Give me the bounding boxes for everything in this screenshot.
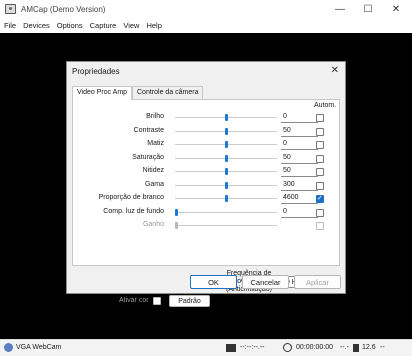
- property-label: Nitidez: [142, 167, 164, 174]
- property-label: Proporção de branco: [98, 194, 164, 201]
- slider-thumb[interactable]: [224, 114, 228, 121]
- property-slider[interactable]: [175, 168, 277, 175]
- slider-thumb[interactable]: [224, 195, 228, 202]
- tab-panel: Autom. Brilho 0 Contraste 50 Matiz 0 Saturação…: [72, 99, 340, 307]
- maximize-icon[interactable]: ☐: [354, 1, 382, 18]
- title-bar: AMCap (Demo Version) — ☐ ✕: [0, 0, 412, 20]
- property-slider[interactable]: [175, 141, 277, 148]
- menu-view[interactable]: View: [119, 20, 142, 33]
- device-name: VGA WebCam: [16, 344, 62, 351]
- property-value-field[interactable]: 0: [281, 112, 318, 123]
- slider-thumb[interactable]: [224, 181, 228, 189]
- auto-checkbox[interactable]: [316, 208, 324, 217]
- auto-checkbox[interactable]: [316, 154, 324, 163]
- property-label: Matiz: [147, 140, 164, 147]
- auto-checkbox[interactable]: [316, 127, 324, 136]
- dialog-title: Propriedades: [72, 67, 120, 76]
- slider-thumb[interactable]: [224, 154, 228, 162]
- tab-video-proc-amp[interactable]: Video Proc Amp: [72, 86, 133, 100]
- fps-value: 12.6: [362, 344, 376, 351]
- properties-dialog: Propriedades ✕ Video Proc Amp Controle d…: [66, 61, 346, 307]
- slider-thumb[interactable]: [224, 168, 228, 175]
- ok-button[interactable]: OK: [190, 275, 237, 289]
- property-value-field[interactable]: 0: [281, 139, 318, 150]
- property-slider[interactable]: [175, 114, 277, 121]
- auto-checkbox[interactable]: [316, 181, 324, 190]
- property-value-field[interactable]: 300: [281, 180, 318, 191]
- menu-devices[interactable]: Devices: [19, 20, 53, 33]
- property-value-field[interactable]: 50: [281, 166, 318, 177]
- property-label: Ganho: [142, 221, 164, 228]
- slider-thumb[interactable]: [224, 127, 228, 135]
- apply-button[interactable]: Aplicar: [294, 275, 341, 289]
- property-label: Comp. luz de fundo: [103, 207, 164, 215]
- slider-thumb[interactable]: [224, 141, 228, 148]
- menu-capture[interactable]: Capture: [86, 20, 120, 33]
- clock-icon: [283, 343, 292, 352]
- timecode-2: 00:00:00:00: [296, 344, 333, 351]
- app-camera-icon: [5, 4, 16, 14]
- menu-file[interactable]: File: [0, 20, 19, 33]
- status-dash-2: --: [380, 344, 385, 351]
- cancel-button[interactable]: Cancelar: [242, 275, 289, 289]
- auto-checkbox[interactable]: [316, 114, 324, 122]
- film-icon: [226, 344, 236, 352]
- auto-checkbox[interactable]: [316, 168, 324, 176]
- ativar-cor-checkbox[interactable]: [153, 297, 161, 305]
- webcam-icon: [4, 343, 13, 352]
- property-label: Brilho: [146, 113, 164, 120]
- property-value-field[interactable]: 4600: [281, 193, 318, 204]
- close-icon[interactable]: ✕: [382, 1, 410, 18]
- property-value-field[interactable]: 50: [281, 153, 318, 164]
- minimize-icon[interactable]: —: [326, 1, 354, 18]
- menu-help[interactable]: Help: [142, 20, 164, 33]
- tab-camera-control[interactable]: Controle da câmera: [132, 86, 204, 99]
- property-value-field[interactable]: 0: [281, 207, 318, 218]
- property-slider[interactable]: [175, 154, 277, 162]
- autom-header: Autom.: [314, 102, 337, 109]
- property-slider[interactable]: [175, 195, 277, 202]
- property-value-field[interactable]: 50: [281, 126, 318, 137]
- default-button[interactable]: Padrão: [169, 295, 210, 307]
- slider-thumb[interactable]: [175, 208, 178, 216]
- window-title: AMCap (Demo Version): [21, 5, 106, 14]
- menu-bar: File Devices Options Capture View Help: [0, 20, 412, 33]
- timecode-1: --:--:--.--: [240, 344, 265, 351]
- property-slider: [175, 222, 277, 229]
- dialog-close-icon[interactable]: ✕: [331, 65, 339, 76]
- ativar-cor-label: Ativar cor: [119, 297, 149, 304]
- property-slider[interactable]: [175, 181, 277, 189]
- menu-options[interactable]: Options: [53, 20, 86, 33]
- auto-checkbox[interactable]: [316, 141, 324, 149]
- property-slider[interactable]: [175, 127, 277, 135]
- property-label: Contraste: [133, 126, 164, 134]
- property-label: Gama: [144, 180, 164, 188]
- auto-checkbox: [316, 222, 324, 230]
- property-slider[interactable]: [175, 208, 277, 216]
- slider-thumb: [175, 222, 178, 229]
- status-bar: VGA WebCam --:--:--.-- 00:00:00:00 --.- …: [0, 339, 412, 356]
- frame-icon: [353, 344, 359, 352]
- auto-checkbox[interactable]: [316, 194, 324, 203]
- property-label: Saturação: [132, 153, 164, 161]
- status-dash: --.-: [340, 344, 349, 351]
